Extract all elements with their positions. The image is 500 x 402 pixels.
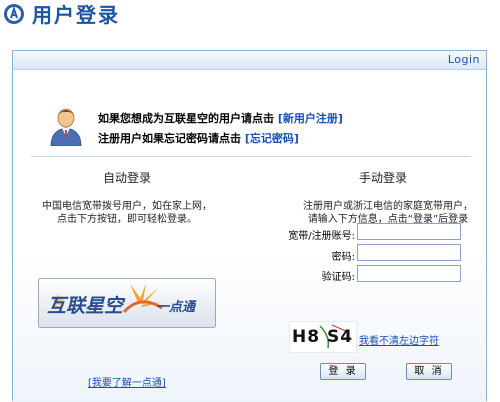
account-label: 宽带/注册账号: <box>288 231 355 242</box>
captcha-refresh-link[interactable]: 我看不清左边字符 <box>359 332 439 347</box>
manual-login-title: 手动登录 <box>359 171 408 185</box>
brand-logo-main-text: 互联星空 <box>47 295 126 317</box>
auto-login-desc-line2: 点击下方按钮，即可轻松登录。 <box>57 214 197 225</box>
auto-login-title: 自动登录 <box>103 171 152 185</box>
brand-logo-image: 互联星空 一点通 <box>38 278 216 328</box>
page-header: 用户登录 <box>0 0 500 40</box>
page-title: 用户登录 <box>32 3 120 27</box>
password-input[interactable] <box>357 244 461 261</box>
captcha-text: H8 S4 <box>292 327 354 347</box>
login-button[interactable]: 登 录 <box>320 363 366 380</box>
user-avatar-icon <box>50 108 82 146</box>
login-panel: Login 如果您想成为互联星空的用户请点击 [新用户注册] 注册用户如果忘记密… <box>12 50 487 402</box>
forgot-password-link[interactable]: [忘记密码] <box>245 132 299 145</box>
manual-login-desc-line1: 注册用户或浙江电信的家庭宽带用户， <box>303 201 473 212</box>
account-input[interactable] <box>357 223 461 240</box>
panel-body: 如果您想成为互联星空的用户请点击 [新用户注册] 注册用户如果忘记密码请点击 [… <box>13 70 486 402</box>
auto-login-desc: 中国电信宽带拨号用户，如在家上网， 点击下方按钮，即可轻松登录。 <box>37 200 217 226</box>
login-tab-label: Login <box>447 53 480 66</box>
section-divider <box>31 156 471 157</box>
page-title-icon <box>4 4 24 24</box>
cancel-button[interactable]: 取 消 <box>406 363 452 380</box>
captcha-label: 验证码: <box>321 272 355 283</box>
brand-logo-sub-text: 一点通 <box>156 299 197 315</box>
panel-topbar: Login <box>13 51 486 70</box>
register-notice: 如果您想成为互联星空的用户请点击 [新用户注册] <box>98 110 343 126</box>
one-click-login-button[interactable]: 互联星空 一点通 <box>38 278 216 328</box>
learn-one-click-link[interactable]: [我要了解一点通] <box>88 374 166 389</box>
register-link[interactable]: [新用户注册] <box>278 112 343 125</box>
captcha-input[interactable] <box>357 265 461 282</box>
forgot-notice-text: 注册用户如果忘记密码请点击 <box>98 132 241 145</box>
forgot-notice: 注册用户如果忘记密码请点击 [忘记密码] <box>98 130 299 146</box>
auto-login-desc-line1: 中国电信宽带拨号用户，如在家上网， <box>42 201 212 212</box>
register-notice-text: 如果您想成为互联星空的用户请点击 <box>98 112 274 125</box>
password-label: 密码: <box>331 252 355 263</box>
captcha-image[interactable]: H8 S4 <box>289 321 357 353</box>
